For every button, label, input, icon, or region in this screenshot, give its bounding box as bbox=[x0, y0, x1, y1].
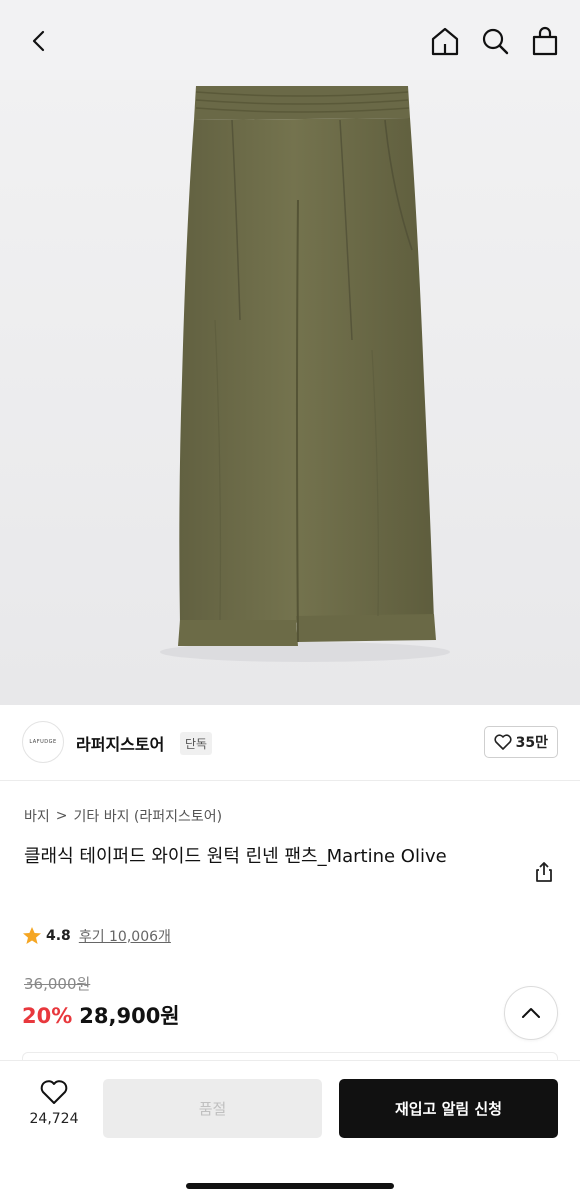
heart-icon bbox=[40, 1080, 68, 1104]
home-button[interactable] bbox=[428, 24, 462, 58]
rating-score: 4.8 bbox=[46, 928, 71, 944]
heart-icon bbox=[494, 734, 512, 750]
search-icon bbox=[482, 28, 509, 55]
breadcrumb-separator: > bbox=[55, 808, 68, 824]
seller-logo-text: LAFUDGE bbox=[29, 739, 57, 745]
discount-rate: 20% bbox=[22, 1004, 73, 1028]
pants-illustration bbox=[0, 80, 580, 705]
exclusive-badge: 단독 bbox=[180, 732, 213, 755]
original-price: 36,000원 bbox=[24, 975, 91, 993]
seller-logo[interactable]: LAFUDGE bbox=[22, 721, 64, 763]
seller-row: LAFUDGE 라퍼지스토어 단독 35만 bbox=[0, 705, 580, 781]
share-button[interactable] bbox=[530, 858, 558, 886]
chevron-up-icon bbox=[522, 1008, 540, 1018]
shopping-bag-icon bbox=[532, 26, 558, 56]
home-icon bbox=[431, 27, 459, 56]
price-row: 20% 28,900원 bbox=[22, 1000, 180, 1030]
wishlist-button[interactable]: 24,724 bbox=[22, 1079, 86, 1127]
breadcrumb-level1[interactable]: 바지 bbox=[24, 806, 50, 826]
sale-price: 28,900원 bbox=[79, 1004, 180, 1028]
restock-alert-button[interactable]: 재입고 알림 신청 bbox=[339, 1079, 558, 1138]
back-button[interactable] bbox=[24, 26, 54, 56]
review-count-link[interactable]: 후기 10,006개 bbox=[79, 926, 171, 946]
breadcrumb-level2[interactable]: 기타 바지 (라퍼지스토어) bbox=[74, 806, 223, 826]
seller-like-count: 35만 bbox=[515, 735, 548, 751]
product-image[interactable] bbox=[0, 80, 580, 705]
wishlist-count: 24,724 bbox=[29, 1111, 79, 1127]
share-icon bbox=[536, 862, 552, 882]
breadcrumb: 바지 > 기타 바지 (라퍼지스토어) bbox=[24, 806, 222, 826]
bottom-action-bar: 24,724 품절 재입고 알림 신청 bbox=[0, 1060, 580, 1200]
search-button[interactable] bbox=[478, 24, 512, 58]
scroll-to-top-button[interactable] bbox=[504, 986, 558, 1040]
seller-like-button[interactable]: 35만 bbox=[483, 726, 558, 758]
star-icon bbox=[23, 927, 41, 944]
product-title: 클래식 테이퍼드 와이드 원턱 린넨 팬츠_Martine Olive bbox=[24, 846, 447, 867]
header-actions bbox=[428, 24, 562, 58]
seller-name[interactable]: 라퍼지스토어 bbox=[76, 731, 164, 755]
top-navigation-bar bbox=[0, 0, 580, 80]
chevron-left-icon bbox=[32, 30, 45, 52]
rating-row: 4.8 후기 10,006개 bbox=[22, 926, 171, 946]
cart-button[interactable] bbox=[528, 24, 562, 58]
soldout-button: 품절 bbox=[103, 1079, 322, 1138]
home-indicator[interactable] bbox=[186, 1183, 394, 1189]
